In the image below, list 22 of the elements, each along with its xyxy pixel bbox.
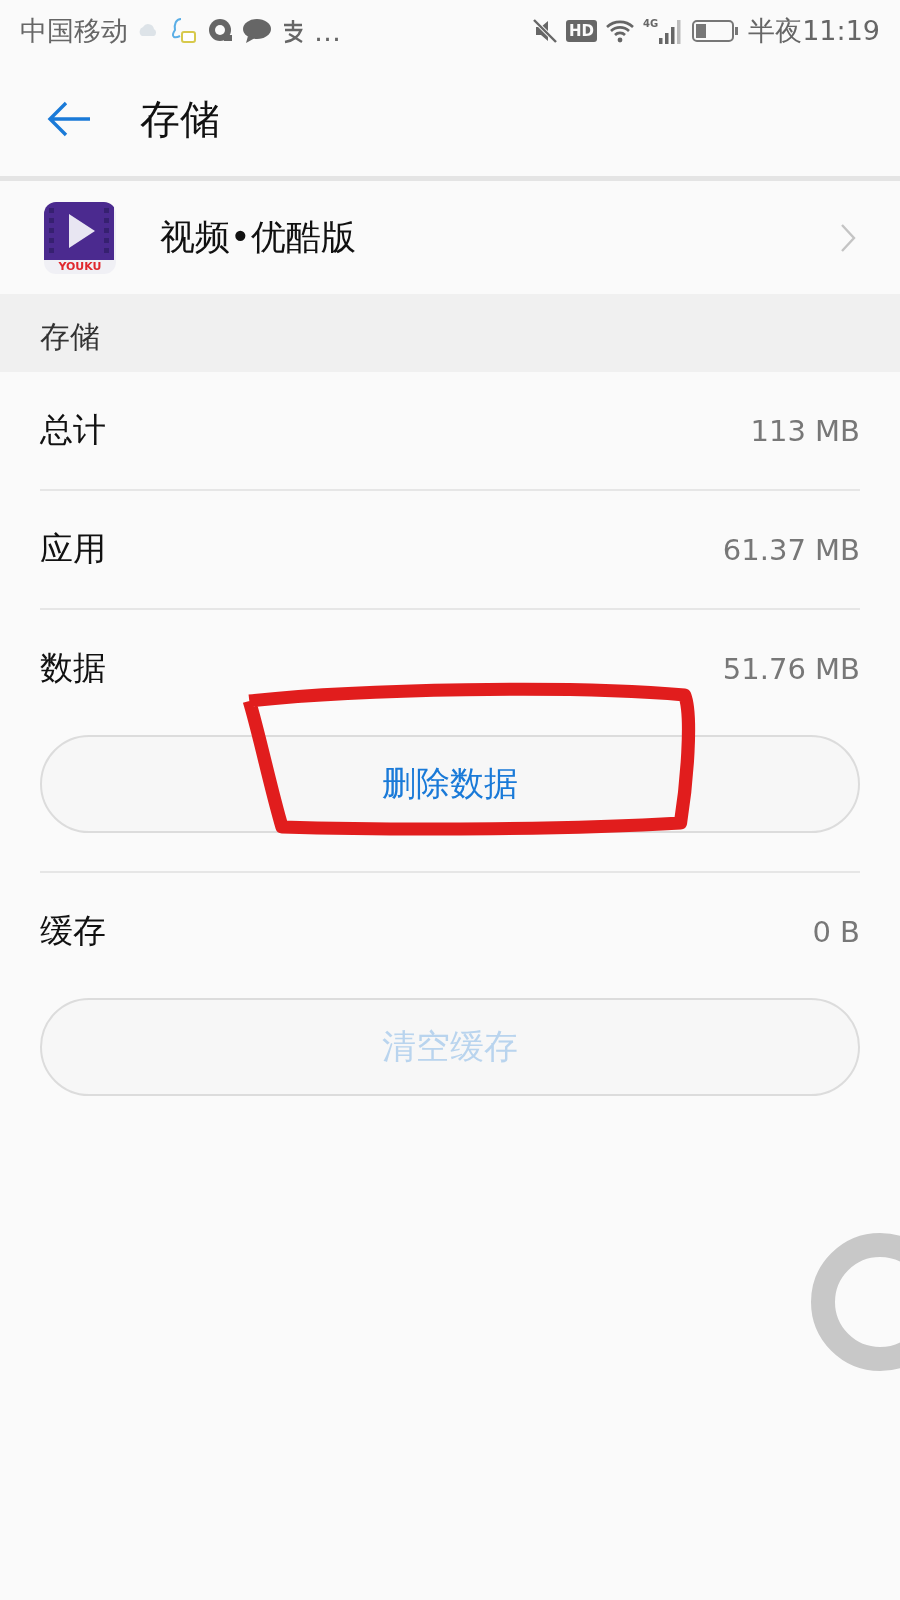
- network-type: 4G: [643, 18, 659, 29]
- action-button[interactable]: 删除数据: [40, 735, 860, 833]
- row-value: 113 MB: [750, 413, 860, 448]
- row-label: 应用: [40, 528, 106, 570]
- more-notifications: …: [314, 15, 341, 47]
- row-value: 61.37 MB: [722, 532, 860, 567]
- row-value: 51.76 MB: [722, 651, 860, 686]
- message-icon: [242, 18, 272, 44]
- row-label: 缓存: [40, 910, 106, 952]
- app-name: 视频•优酷版: [160, 216, 357, 259]
- row-label: 数据: [40, 647, 106, 689]
- row-label: 总计: [40, 409, 106, 451]
- wifi-icon: [605, 19, 635, 43]
- section-title: 存储: [40, 318, 100, 356]
- app-icon: YOUKU: [44, 201, 116, 274]
- page-title: 存储: [140, 94, 220, 144]
- hd-badge: HD: [566, 20, 597, 42]
- clock-time: 半夜11:19: [748, 14, 880, 48]
- carrier-name: 中国移动: [20, 14, 128, 48]
- row-value: 0 B: [812, 914, 860, 949]
- mute-icon: [532, 18, 558, 44]
- battery-icon: [692, 19, 741, 43]
